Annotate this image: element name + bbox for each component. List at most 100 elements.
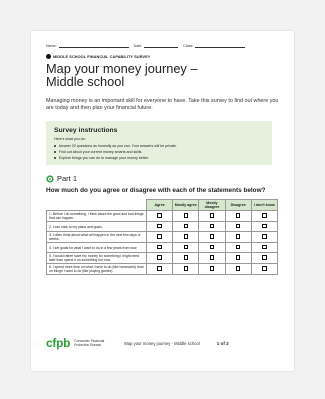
answer-checkbox[interactable]	[157, 234, 162, 239]
table-row: 1. Before I do something, I think about …	[46, 210, 279, 222]
compass-icon	[46, 174, 54, 183]
instructions-item: Explore things you can do to manage your…	[54, 155, 264, 161]
answer-cell	[145, 263, 174, 275]
answer-cell	[250, 231, 279, 243]
table-row: 6. I spend more time on what I have to d…	[46, 263, 279, 275]
name-line[interactable]	[58, 43, 129, 48]
answer-checkbox[interactable]	[262, 213, 267, 218]
statement-cell: 5. I would rather save my money for some…	[46, 252, 147, 264]
bullet-icon	[54, 145, 56, 147]
column-header: Agree	[145, 199, 174, 211]
student-info-fields: Name: Date: Class:	[46, 43, 279, 48]
question-text: How much do you agree or disagree with e…	[46, 187, 266, 194]
answer-cell	[172, 242, 200, 253]
name-field[interactable]: Name:	[46, 43, 129, 48]
bureau-name: Consumer Financial Protection Bureau	[74, 339, 104, 347]
answer-checkbox[interactable]	[262, 255, 267, 260]
class-field[interactable]: Class:	[183, 43, 246, 48]
answer-cell	[198, 210, 226, 222]
answer-checkbox[interactable]	[262, 266, 267, 271]
answer-cell	[224, 231, 252, 243]
instructions-item-text: Explore things you can do to manage your…	[58, 156, 149, 160]
page-title: Map your money journey – Middle school	[46, 62, 279, 88]
date-label: Date:	[133, 44, 143, 48]
answer-cell	[172, 263, 200, 275]
answer-cell	[224, 252, 252, 264]
bullet-icon	[54, 157, 56, 159]
answer-checkbox[interactable]	[209, 223, 215, 229]
answer-checkbox[interactable]	[235, 255, 241, 260]
intro-paragraph: Managing money is an important skill for…	[46, 98, 279, 111]
answer-cell	[250, 252, 279, 264]
bullet-dot-icon	[46, 54, 51, 59]
answer-cell	[198, 231, 226, 243]
answer-cell	[224, 221, 252, 232]
table-row: 3. I often think about what will happen …	[46, 231, 279, 243]
answer-checkbox[interactable]	[209, 244, 215, 250]
statement-cell: 6. I spend more time on what I have to d…	[46, 263, 147, 275]
answer-cell	[198, 252, 226, 264]
answer-cell	[198, 221, 226, 232]
answer-checkbox[interactable]	[235, 223, 241, 229]
answer-cell	[172, 210, 200, 222]
footer-title: Map your money journey - Middle school	[124, 340, 200, 346]
answer-checkbox[interactable]	[157, 266, 162, 271]
answer-checkbox[interactable]	[183, 213, 189, 218]
answer-checkbox[interactable]	[235, 213, 241, 218]
answer-checkbox[interactable]	[262, 234, 267, 239]
column-header: Mostly agree	[172, 199, 200, 211]
class-label: Class:	[183, 44, 194, 48]
answer-checkbox[interactable]	[157, 255, 162, 260]
answer-checkbox[interactable]	[209, 255, 215, 260]
survey-page: Name: Date: Class: MIDDLE SCHOOL FINANCI…	[31, 31, 294, 371]
bureau-line-2: Protection Bureau	[74, 343, 102, 347]
bullet-icon	[54, 151, 56, 153]
answer-cell	[250, 263, 279, 275]
column-header: I don't know	[250, 199, 279, 211]
survey-kicker: MIDDLE SCHOOL FINANCIAL CAPABILITY SURVE…	[46, 54, 279, 59]
answer-checkbox[interactable]	[157, 213, 162, 218]
answer-cell	[224, 210, 252, 222]
instructions-heading: Survey instructions	[54, 127, 118, 134]
answer-checkbox[interactable]	[209, 234, 215, 239]
statement-cell: 2. I can stick to my plans and goals.	[46, 221, 147, 232]
answer-checkbox[interactable]	[209, 266, 215, 271]
answer-checkbox[interactable]	[157, 244, 162, 250]
answer-cell	[250, 242, 279, 253]
date-line[interactable]	[144, 43, 179, 48]
title-line-2: Middle school	[46, 74, 125, 89]
answer-cell	[172, 231, 200, 243]
statement-cell: 1. Before I do something, I think about …	[46, 210, 147, 222]
answer-checkbox[interactable]	[209, 213, 215, 218]
answer-cell	[198, 263, 226, 275]
table-header-row: Agree Mostly agree Mostly disagree Disag…	[46, 199, 279, 211]
table-row: 2. I can stick to my plans and goals.	[46, 221, 279, 232]
answer-cell	[145, 252, 174, 264]
answer-checkbox[interactable]	[183, 255, 189, 260]
table-row: 5. I would rather save my money for some…	[46, 252, 279, 264]
answer-checkbox[interactable]	[157, 223, 162, 229]
answer-checkbox[interactable]	[262, 223, 267, 229]
page-footer: cfpb Consumer Financial Protection Burea…	[46, 336, 279, 350]
instructions-list: Answer 20 questions as honestly as you c…	[54, 143, 264, 161]
answer-checkbox[interactable]	[235, 244, 241, 250]
table-row: 4. I set goals for what I want to do in …	[46, 242, 279, 253]
answer-checkbox[interactable]	[235, 266, 241, 271]
answer-checkbox[interactable]	[183, 244, 189, 250]
answer-checkbox[interactable]	[183, 234, 189, 239]
instructions-box: Survey instructions Here's what you do: …	[46, 121, 272, 165]
column-header: Mostly disagree	[198, 199, 226, 211]
answer-cell	[198, 242, 226, 253]
answer-checkbox[interactable]	[262, 244, 267, 250]
part-heading: Part 1	[46, 174, 279, 183]
answer-checkbox[interactable]	[183, 223, 189, 229]
page-number: 1 of 2	[216, 340, 229, 346]
class-line[interactable]	[195, 43, 246, 48]
instructions-lead: Here's what you do:	[54, 137, 86, 141]
answer-checkbox[interactable]	[183, 266, 189, 271]
statement-cell: 3. I often think about what will happen …	[46, 231, 147, 243]
date-field[interactable]: Date:	[134, 43, 179, 48]
answer-cell	[145, 231, 174, 243]
answer-checkbox[interactable]	[235, 234, 241, 239]
answer-cell	[145, 242, 174, 253]
